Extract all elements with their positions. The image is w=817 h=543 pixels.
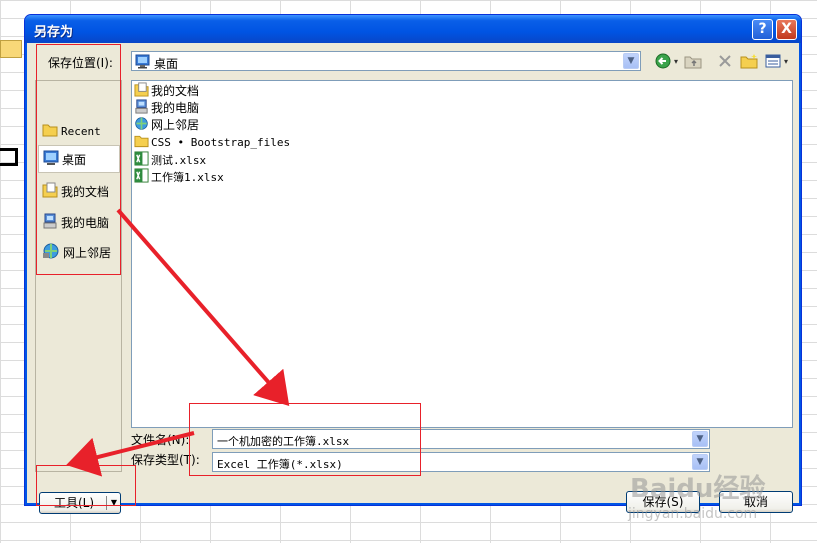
dialog-title: 另存为 <box>34 25 74 40</box>
help-button[interactable]: ? <box>752 19 773 40</box>
annotation-box-tools <box>36 465 136 506</box>
chevron-down-icon[interactable]: ▼ <box>623 53 639 69</box>
network-icon <box>134 116 149 134</box>
file-name: 我的文档 <box>151 84 200 98</box>
filename-label: 文件名(N): <box>131 433 190 447</box>
annotation-box-fields <box>189 403 421 476</box>
views-icon[interactable] <box>763 51 783 71</box>
back-icon[interactable] <box>653 51 673 71</box>
file-name: 网上邻居 <box>151 118 200 132</box>
file-name: CSS • Bootstrap_files <box>151 136 291 149</box>
watermark-text: Baidu经验 <box>630 474 766 504</box>
list-item[interactable]: 网上邻居 <box>134 116 199 133</box>
list-item[interactable]: 我的电脑 <box>134 98 200 117</box>
dialog-toolbar: ▾ ▾ <box>653 51 799 71</box>
delete-icon[interactable] <box>715 51 735 71</box>
folder-icon <box>134 134 149 151</box>
desktop-icon <box>135 54 150 72</box>
views-dropdown-icon[interactable]: ▾ <box>781 51 791 71</box>
excel-icon <box>134 167 149 186</box>
save-location-value: 桌面 <box>154 57 179 71</box>
save-location-dropdown[interactable]: 桌面 ▼ <box>131 51 641 71</box>
annotation-box-places <box>36 44 121 275</box>
excel-icon <box>134 150 149 169</box>
list-item[interactable]: 测试.xlsx <box>134 150 207 169</box>
chevron-down-icon[interactable]: ▼ <box>692 431 708 447</box>
file-name: 测试.xlsx <box>151 153 207 167</box>
title-bar[interactable]: 另存为 ? X <box>25 15 801 43</box>
back-dropdown-icon[interactable]: ▾ <box>671 51 681 71</box>
selected-column-header <box>0 40 22 58</box>
close-button[interactable]: X <box>776 19 797 40</box>
file-name: 工作簿1.xlsx <box>151 170 224 184</box>
watermark-url: jingyan.baidu.com <box>628 506 758 522</box>
baidu-watermark: Baidu经验 jingyan.baidu.com <box>622 468 812 528</box>
up-folder-icon[interactable] <box>683 51 703 71</box>
list-item[interactable]: 工作簿1.xlsx <box>134 167 224 186</box>
new-folder-icon[interactable] <box>739 51 759 71</box>
file-name: 我的电脑 <box>151 101 200 115</box>
file-list[interactable]: 我的文档 我的电脑 网上邻居 CSS • Bootstrap_files 测试.… <box>131 80 793 428</box>
cell-border-fragment <box>0 148 18 166</box>
computer-icon <box>134 98 149 117</box>
documents-icon <box>134 81 149 100</box>
list-item[interactable]: 我的文档 <box>134 81 200 100</box>
list-item[interactable]: CSS • Bootstrap_files <box>134 134 290 151</box>
